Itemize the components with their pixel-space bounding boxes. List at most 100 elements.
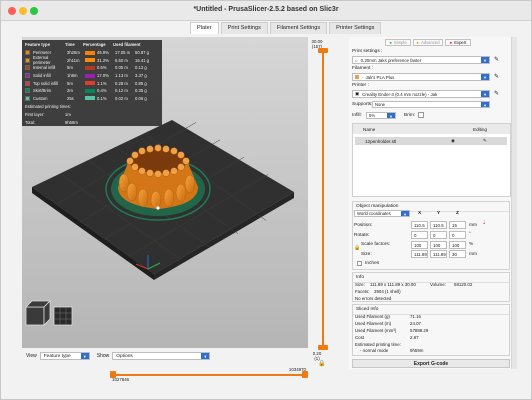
coordinates-select[interactable]: World coordinates ▾	[354, 210, 410, 217]
edit-preset-icon[interactable]: ✎	[494, 73, 499, 80]
show-options-select[interactable]: Options ▾	[112, 352, 211, 360]
scale-y-input[interactable]: 100	[430, 241, 447, 249]
legend-row: External perimeter 2h11m 31.2% 5.50 m 16.41 …	[22, 55, 162, 65]
title-bar: *Untitled - PrusaSlicer-2.5.2 based on S…	[1, 1, 531, 21]
vertical-layer-slider[interactable]: 30.00 (157) 0.20 (1) 🔒	[308, 37, 346, 367]
legend-length: 0.02 m	[115, 95, 128, 101]
sidebar-scrollbar[interactable]	[511, 37, 517, 369]
position-x-input[interactable]: 110.5	[411, 221, 428, 229]
show-label: Show	[96, 353, 110, 359]
legend-feature-name: Top solid infill	[33, 80, 58, 86]
rotate-label: Rotate:	[354, 233, 370, 238]
tab-printer-settings[interactable]: Printer Settings	[329, 22, 382, 34]
scale-z-input[interactable]: 100	[449, 241, 466, 249]
horizontal-move-slider[interactable]: 1034970 1027846	[110, 367, 308, 382]
chevron-down-icon: ▾	[481, 102, 489, 108]
hslider-right-thumb[interactable]	[302, 371, 308, 378]
mode-simple-button[interactable]: ● Simple	[385, 39, 411, 46]
info-facets-label: Facets:	[355, 289, 370, 294]
legend-time: 5m	[67, 80, 73, 86]
legend-time: 1h8m	[67, 73, 78, 79]
edit-object-icon[interactable]: ✎	[483, 138, 487, 144]
inches-label: Inches	[365, 261, 380, 266]
vslider-top-thumb[interactable]	[318, 48, 328, 53]
legend-swatch	[25, 73, 30, 79]
radio-icon: ○	[355, 57, 358, 63]
sliced-value: 57888.29	[410, 328, 429, 333]
legend-weight: 3.37 g	[135, 73, 147, 79]
window-title: *Untitled - PrusaSlicer-2.5.2 based on S…	[193, 6, 339, 13]
axis-z-label: Z	[456, 211, 459, 216]
tab-plater[interactable]: Plater	[190, 22, 219, 34]
lock-scale-icon[interactable]: 🔒	[354, 245, 360, 251]
brim-checkbox[interactable]	[418, 112, 424, 118]
mode-expert-button[interactable]: ● Expert	[445, 39, 471, 46]
legend-time: 5m	[67, 65, 73, 71]
legend-header: Feature type Time Percentage Used filame…	[25, 42, 141, 47]
inches-checkbox[interactable]	[357, 261, 362, 266]
sliced-label: Used Filament (g)	[355, 314, 390, 319]
legend-percentage: 1.1%	[97, 80, 107, 86]
edit-preset-icon[interactable]: ✎	[494, 90, 499, 97]
drop-to-bed-icon[interactable]: ⇣	[482, 220, 486, 226]
position-label: Position:	[354, 223, 373, 228]
info-volume-value: 58120.02	[454, 282, 473, 287]
rotate-z-input[interactable]: 0	[449, 231, 466, 239]
supports-label: Supports:	[352, 102, 373, 107]
size-z-input[interactable]: 30	[449, 250, 466, 258]
sliced-value: 71.16	[410, 314, 421, 319]
legend-swatch	[25, 95, 30, 101]
legend-bar	[85, 73, 95, 78]
legend-weight: 16.41 g	[135, 57, 149, 63]
info-size-label: Size:	[355, 282, 365, 287]
axis-x-label: X	[418, 211, 422, 216]
view-type-select[interactable]: Feature type ▾	[39, 352, 90, 360]
position-unit: mm	[469, 223, 477, 228]
legend-feature-name: Internal infill	[33, 65, 56, 71]
legend-time: 2m	[67, 88, 73, 94]
supports-select[interactable]: None ▾	[372, 101, 490, 108]
infill-select[interactable]: 5% ▾	[366, 112, 396, 119]
est-time-value: 9h59m	[410, 348, 424, 353]
legend-percentage: 31.2%	[97, 57, 109, 63]
scale-label: Scale factors:	[361, 242, 391, 247]
scale-x-input[interactable]: 100	[411, 241, 428, 249]
eye-icon[interactable]: ◉	[451, 138, 483, 144]
size-y-input[interactable]: 111.89	[430, 250, 447, 258]
legend-bar	[85, 81, 95, 86]
size-x-input[interactable]: 111.89	[411, 250, 428, 258]
chevron-down-icon: ▾	[387, 113, 395, 119]
position-y-input[interactable]: 110.5	[430, 221, 447, 229]
axis-y-label: Y	[437, 211, 441, 216]
legend-feature-name: Custom	[33, 95, 48, 101]
rotate-x-input[interactable]: 0	[411, 231, 428, 239]
view-controls: View Feature type ▾ Show Options ▾	[22, 350, 308, 362]
print-settings-select[interactable]: ○ 0.20mm Jaks preference faster ▾	[352, 56, 490, 64]
object-list-item[interactable]: 12penholder.stl ◉ ✎	[355, 137, 507, 145]
legend-swatch	[25, 57, 30, 63]
legend-row: Skirt/Brim 2m 0.4% 0.12 m 0.35 g	[22, 87, 162, 95]
legend-percentage: 17.0%	[97, 73, 109, 79]
legend-bar	[85, 88, 95, 93]
tab-filament-settings[interactable]: Filament Settings	[269, 22, 328, 34]
legend-time: 25s	[67, 95, 74, 101]
rotate-unit: °	[469, 232, 471, 237]
view-label: View	[26, 353, 37, 359]
lock-icon[interactable]: 🔒	[318, 360, 325, 367]
scale-unit: %	[469, 242, 474, 247]
tab-print-settings[interactable]: Print Settings	[220, 22, 268, 34]
legend-length: 5.50 m	[115, 57, 128, 63]
object-list: Name Editing 12penholder.stl ◉ ✎	[352, 123, 511, 197]
legend-weight: 0.06 g	[135, 95, 147, 101]
edit-preset-icon[interactable]: ✎	[494, 56, 499, 63]
printer-select[interactable]: ▣ Creality Ender-3 (0.4 mm nozzle) - Jak …	[352, 90, 490, 98]
legend-length: 0.05 m	[115, 65, 128, 71]
vslider-bottom-thumb[interactable]	[318, 345, 328, 350]
filament-select[interactable]: · Jak's PLA Plus ▾	[352, 73, 490, 81]
position-z-input[interactable]: 15	[449, 221, 466, 229]
mode-advanced-button[interactable]: ● Advanced	[413, 39, 443, 46]
rotate-y-input[interactable]: 0	[430, 231, 447, 239]
legend-length: 0.12 m	[115, 88, 128, 94]
export-gcode-button[interactable]: Export G-code	[352, 359, 510, 368]
sliced-value: 24.07	[410, 321, 421, 326]
